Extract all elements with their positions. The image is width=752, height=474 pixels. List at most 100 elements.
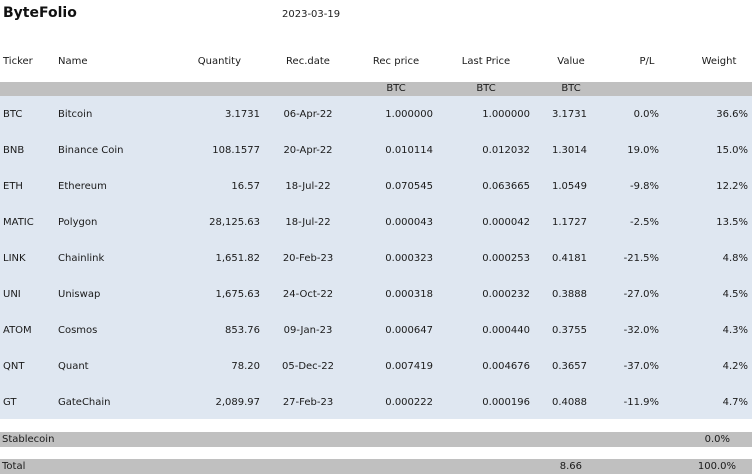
rec-price-cell: 0.000222 [385, 397, 433, 408]
weight-cell: 4.8% [722, 253, 748, 264]
value-cell: 1.3014 [552, 145, 587, 156]
quantity-cell: 1,675.63 [215, 289, 260, 300]
value-cell: 1.1727 [552, 217, 587, 228]
quantity-cell: 78.20 [231, 361, 260, 372]
rec-date-cell: 24-Oct-22 [282, 289, 334, 300]
total-row[interactable]: Total 8.66 100.0% [0, 459, 752, 474]
quantity-cell: 3.1731 [225, 109, 260, 120]
total-label: Total [2, 461, 26, 472]
value-cell: 3.1731 [552, 109, 587, 120]
unit-last-price: BTC [476, 83, 496, 94]
last-price-cell: 0.012032 [482, 145, 530, 156]
weight-cell: 4.5% [722, 289, 748, 300]
rec-price-cell: 0.007419 [385, 361, 433, 372]
ticker-cell: LINK [3, 253, 26, 264]
rec-price-cell: 0.070545 [385, 181, 433, 192]
rec-date-cell: 18-Jul-22 [285, 217, 331, 228]
total-value: 8.66 [559, 461, 582, 472]
ticker-cell: QNT [3, 361, 25, 372]
header-rec-price: Rec price [372, 56, 420, 67]
stablecoin-weight: 0.0% [704, 434, 730, 445]
rec-date-cell: 18-Jul-22 [285, 181, 331, 192]
pl-cell: 19.0% [627, 145, 659, 156]
quantity-cell: 108.1577 [212, 145, 260, 156]
header-rec-date: Rec.date [286, 56, 330, 67]
header-quantity: Quantity [197, 56, 241, 67]
name-cell: GateChain [58, 397, 111, 408]
header-weight: Weight [701, 56, 737, 67]
table-row[interactable]: LINK Chainlink 1,651.82 20-Feb-23 0.0003… [0, 240, 752, 276]
ticker-cell: MATIC [3, 217, 34, 228]
last-price-cell: 0.000232 [482, 289, 530, 300]
pl-cell: 0.0% [633, 109, 659, 120]
rec-price-cell: 0.000323 [385, 253, 433, 264]
table-row[interactable]: UNI Uniswap 1,675.63 24-Oct-22 0.000318 … [0, 276, 752, 312]
name-cell: Uniswap [58, 289, 101, 300]
table-row[interactable]: MATIC Polygon 28,125.63 18-Jul-22 0.0000… [0, 204, 752, 240]
pl-cell: -2.5% [629, 217, 659, 228]
rec-price-cell: 1.000000 [385, 109, 433, 120]
quantity-cell: 28,125.63 [209, 217, 260, 228]
rec-date-cell: 06-Apr-22 [283, 109, 333, 120]
ticker-cell: UNI [3, 289, 21, 300]
value-cell: 1.0549 [552, 181, 587, 192]
name-cell: Polygon [58, 217, 98, 228]
pl-cell: -9.8% [629, 181, 659, 192]
pl-cell: -27.0% [623, 289, 659, 300]
rec-date-cell: 20-Apr-22 [283, 145, 333, 156]
unit-value: BTC [561, 83, 581, 94]
quantity-cell: 16.57 [231, 181, 260, 192]
quantity-cell: 1,651.82 [215, 253, 260, 264]
name-cell: Quant [58, 361, 89, 372]
rec-date-cell: 20-Feb-23 [282, 253, 334, 264]
rec-date-cell: 27-Feb-23 [282, 397, 334, 408]
weight-cell: 4.7% [722, 397, 748, 408]
last-price-cell: 0.000440 [482, 325, 530, 336]
ticker-cell: ATOM [3, 325, 32, 336]
name-cell: Ethereum [58, 181, 107, 192]
header-ticker: Ticker [3, 56, 33, 67]
value-cell: 0.3755 [552, 325, 587, 336]
value-cell: 0.4088 [552, 397, 587, 408]
rec-price-cell: 0.000318 [385, 289, 433, 300]
quantity-cell: 853.76 [225, 325, 260, 336]
weight-cell: 15.0% [716, 145, 748, 156]
name-cell: Cosmos [58, 325, 98, 336]
rec-price-cell: 0.000043 [385, 217, 433, 228]
stablecoin-row[interactable]: Stablecoin 0.0% [0, 432, 752, 447]
rec-price-cell: 0.000647 [385, 325, 433, 336]
table-row[interactable]: BNB Binance Coin 108.1577 20-Apr-22 0.01… [0, 132, 752, 168]
header-last-price: Last Price [461, 56, 511, 67]
table-row[interactable]: ETH Ethereum 16.57 18-Jul-22 0.070545 0.… [0, 168, 752, 204]
header-value: Value [557, 56, 585, 67]
app-title: ByteFolio [3, 5, 77, 21]
name-cell: Chainlink [58, 253, 105, 264]
pl-cell: -11.9% [623, 397, 659, 408]
pl-cell: -37.0% [623, 361, 659, 372]
ticker-cell: BNB [3, 145, 25, 156]
unit-row: BTC BTC BTC [0, 82, 752, 96]
last-price-cell: 0.004676 [482, 361, 530, 372]
pl-cell: -21.5% [623, 253, 659, 264]
unit-rec-price: BTC [386, 83, 406, 94]
last-price-cell: 0.000196 [482, 397, 530, 408]
value-cell: 0.3657 [552, 361, 587, 372]
weight-cell: 12.2% [716, 181, 748, 192]
rec-date-cell: 05-Dec-22 [281, 361, 335, 372]
ticker-cell: GT [3, 397, 17, 408]
stablecoin-label: Stablecoin [2, 434, 55, 445]
report-date: 2023-03-19 [282, 9, 341, 20]
header-name: Name [58, 56, 88, 67]
header-pl: P/L [639, 56, 655, 67]
weight-cell: 36.6% [716, 109, 748, 120]
ticker-cell: BTC [3, 109, 23, 120]
table-row[interactable]: BTC Bitcoin 3.1731 06-Apr-22 1.000000 1.… [0, 96, 752, 132]
column-header-row: Ticker Name Quantity Rec.date Rec price … [0, 56, 752, 70]
rec-date-cell: 09-Jan-23 [283, 325, 333, 336]
table-row[interactable]: GT GateChain 2,089.97 27-Feb-23 0.000222… [0, 384, 752, 420]
weight-cell: 4.3% [722, 325, 748, 336]
last-price-cell: 0.000042 [482, 217, 530, 228]
weight-cell: 13.5% [716, 217, 748, 228]
table-row[interactable]: ATOM Cosmos 853.76 09-Jan-23 0.000647 0.… [0, 312, 752, 348]
table-row[interactable]: QNT Quant 78.20 05-Dec-22 0.007419 0.004… [0, 348, 752, 384]
